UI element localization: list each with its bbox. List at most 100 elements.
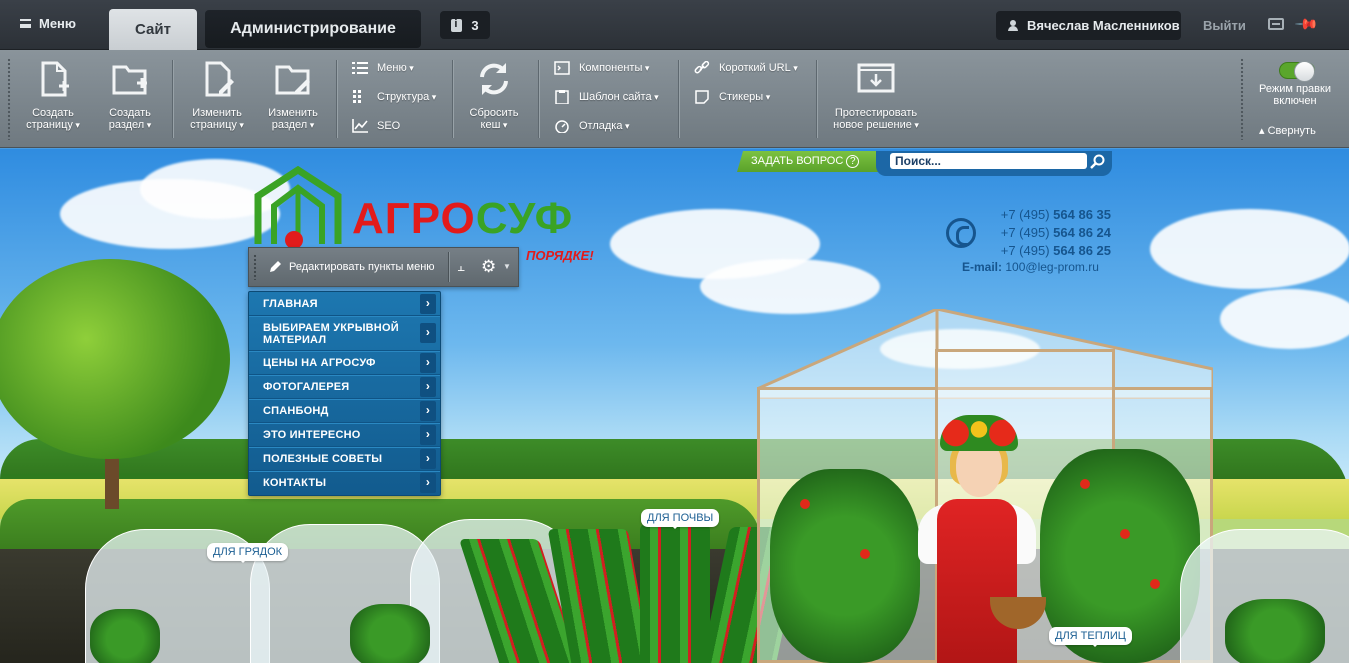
link-icon: [694, 61, 710, 74]
reset-cache-label-1: Сбросить: [469, 107, 519, 119]
nav-item-spunbond[interactable]: СПАНБОНД ›: [249, 399, 440, 423]
nav-item-tips[interactable]: ПОЛЕЗНЫЕ СОВЕТЫ ›: [249, 447, 440, 471]
test-solution-label-2: новое решение: [828, 119, 924, 131]
settings-gear-icon[interactable]: ⚙: [481, 257, 496, 277]
nav-item-home[interactable]: ГЛАВНАЯ ›: [249, 292, 440, 316]
email-link[interactable]: 100@leg-prom.ru: [1005, 260, 1099, 274]
edit-section-button[interactable]: Изменить раздел: [262, 59, 324, 131]
stickers-dropdown[interactable]: Стикеры: [694, 90, 770, 104]
edit-mode-toggle[interactable]: [1279, 61, 1315, 82]
tag-for-beds[interactable]: ДЛЯ ГРЯДОК: [207, 543, 289, 563]
phone-number[interactable]: +7 (495) 564 86 25: [960, 242, 1111, 260]
create-section-button[interactable]: Создать раздел: [99, 59, 161, 131]
chevron-right-icon: ›: [420, 473, 436, 493]
create-page-label-2: страницу: [22, 119, 84, 131]
chevron-down-icon[interactable]: ▼: [503, 262, 511, 271]
menu-button[interactable]: Меню: [20, 16, 76, 31]
nav-item-gallery[interactable]: ФОТОГАЛЕРЕЯ ›: [249, 375, 440, 399]
notifications-count: 3: [471, 17, 479, 33]
site-header-banner: [0, 149, 1349, 663]
test-new-solution-button[interactable]: Протестировать новое решение: [828, 59, 924, 131]
reset-cache-button[interactable]: Сбросить кеш: [462, 59, 526, 131]
create-page-button[interactable]: Создать страницу: [22, 59, 84, 131]
edit-page-button[interactable]: Изменить страницу: [186, 59, 248, 131]
chevron-right-icon: ›: [420, 323, 436, 343]
short-url-dropdown[interactable]: Короткий URL: [694, 61, 798, 75]
tag-for-greenhouse[interactable]: ДЛЯ ТЕПЛИЦ: [1049, 627, 1132, 647]
toolbar-divider: [172, 60, 173, 138]
speedometer-icon: [555, 120, 569, 133]
toolbar-grip[interactable]: [7, 58, 11, 140]
tree: [0, 259, 230, 459]
nav-item-choose-material[interactable]: ВЫБИРАЕМ УКРЫВНОЙ МАТЕРИАЛ ›: [249, 316, 440, 351]
nav-item-prices[interactable]: ЦЕНЫ НА АГРОСУФ ›: [249, 351, 440, 375]
pin-icon[interactable]: 📌: [1294, 11, 1319, 37]
new-folder-icon: [112, 65, 147, 95]
ask-question-button[interactable]: ЗАДАТЬ ВОПРОС?: [737, 151, 884, 172]
tab-administration[interactable]: Администрирование: [205, 10, 421, 48]
toolbar-divider: [336, 60, 337, 138]
phone-number[interactable]: +7 (495) 564 86 24: [960, 224, 1111, 242]
cucumber-plant: [90, 609, 160, 663]
logo-wordmark[interactable]: АГРОСУФ: [352, 194, 573, 244]
slogan: ПОРЯДКЕ!: [526, 248, 594, 263]
structure-dropdown[interactable]: Структура: [352, 90, 436, 104]
cloud: [1150, 209, 1349, 289]
keyboard-icon[interactable]: [1268, 18, 1284, 30]
nav-item-contacts[interactable]: КОНТАКТЫ ›: [249, 471, 440, 495]
site-template-dropdown-label: Шаблон сайта: [579, 91, 659, 103]
user-profile-button[interactable]: Вячеслав Масленников: [996, 11, 1181, 40]
reset-cache-label-2: кеш: [462, 119, 526, 131]
tab-site[interactable]: Сайт: [109, 9, 197, 50]
search-bar: [876, 151, 1112, 176]
pin-icon[interactable]: ⫠: [457, 259, 465, 275]
panel-grip[interactable]: [253, 254, 257, 280]
notifications-button[interactable]: 3: [440, 11, 490, 39]
menu-dropdown[interactable]: Меню: [352, 61, 414, 75]
info-icon: [451, 18, 463, 32]
menu-dropdown-label: Меню: [377, 62, 414, 74]
main-nav-menu: ГЛАВНАЯ › ВЫБИРАЕМ УКРЫВНОЙ МАТЕРИАЛ › ЦЕН…: [248, 291, 441, 496]
structure-icon: [353, 90, 361, 103]
seo-button[interactable]: SEO: [352, 119, 400, 133]
toolbar-grip[interactable]: [1240, 58, 1244, 140]
edit-section-label-1: Изменить: [268, 107, 318, 119]
components-icon: [554, 61, 570, 75]
phone-number[interactable]: +7 (495) 564 86 35: [960, 206, 1111, 224]
site-template-dropdown[interactable]: Шаблон сайта: [554, 90, 659, 104]
chevron-right-icon: ›: [420, 376, 436, 397]
edit-section-label-2: раздел: [262, 119, 324, 131]
admin-top-bar: Меню Сайт Администрирование 3 Вячеслав М…: [0, 0, 1349, 50]
cloud: [1220, 289, 1349, 349]
edit-menu-panel: Редактировать пункты меню ⫠ ⚙ ▼: [248, 247, 519, 287]
nav-item-interesting[interactable]: ЭТО ИНТЕРЕСНО ›: [249, 423, 440, 447]
collapse-toolbar-button[interactable]: ▴ Свернуть: [1259, 124, 1316, 137]
search-input[interactable]: [890, 153, 1087, 169]
tag-for-soil[interactable]: ДЛЯ ПОЧВЫ: [641, 509, 720, 529]
test-solution-label-1: Протестировать: [834, 107, 918, 119]
logout-link[interactable]: Выйти: [1203, 18, 1246, 33]
structure-dropdown-label: Структура: [377, 91, 436, 103]
seo-label: SEO: [377, 120, 401, 132]
strawberry-bed: [640, 524, 710, 663]
toolbar-divider: [538, 60, 539, 138]
user-icon: [1008, 20, 1018, 31]
edit-menu-items-button[interactable]: Редактировать пункты меню: [269, 260, 435, 273]
search-icon[interactable]: [1090, 154, 1106, 169]
install-icon: [857, 63, 895, 93]
clipboard-icon: [555, 90, 569, 104]
components-dropdown[interactable]: Компоненты: [554, 61, 649, 75]
chevron-right-icon: ›: [420, 424, 436, 445]
short-url-label: Короткий URL: [719, 62, 798, 74]
debug-dropdown[interactable]: Отладка: [554, 119, 630, 133]
collapse-label: Свернуть: [1267, 125, 1316, 137]
user-name: Вячеслав Масленников: [1027, 18, 1180, 33]
tomato: [1120, 529, 1130, 539]
debug-dropdown-label: Отладка: [579, 120, 630, 132]
admin-toolbar: Создать страницу Создать раздел Изменить…: [0, 50, 1349, 148]
toolbar-divider: [678, 60, 679, 138]
pumpkin-plant: [1225, 599, 1325, 663]
chart-icon: [352, 119, 368, 133]
chevron-right-icon: ›: [420, 352, 436, 373]
edit-page-label-1: Изменить: [192, 107, 242, 119]
